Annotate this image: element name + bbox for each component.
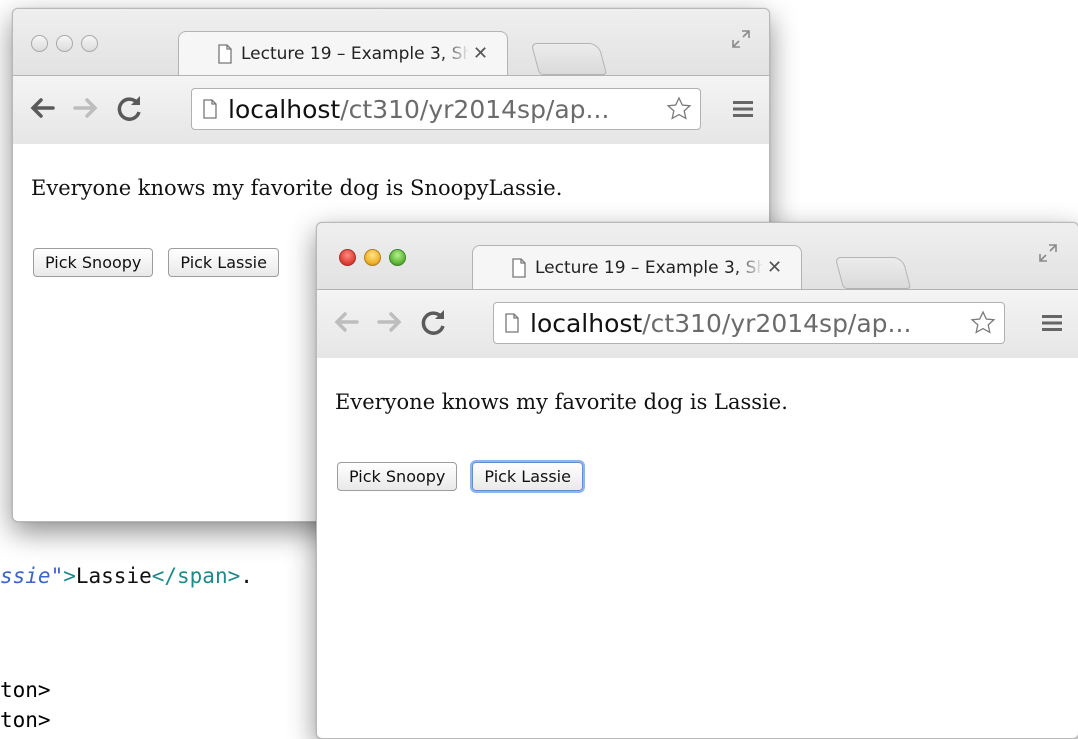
tab-title: Lecture 19 – Example 3, Sh bbox=[535, 257, 763, 278]
browser-window-front: Lecture 19 – Example 3, Sh ✕ localhost/c… bbox=[316, 222, 1078, 739]
new-tab-button[interactable] bbox=[530, 43, 608, 75]
navigation-toolbar: localhost/ct310/yr2014sp/ap... bbox=[317, 289, 1078, 359]
address-bar[interactable]: localhost/ct310/yr2014sp/ap... bbox=[493, 302, 1005, 344]
close-window-button[interactable] bbox=[31, 35, 48, 52]
tab-close-icon[interactable]: ✕ bbox=[767, 257, 782, 278]
menu-icon[interactable] bbox=[1042, 314, 1062, 332]
forward-arrow-icon[interactable] bbox=[67, 90, 103, 126]
forward-arrow-icon[interactable] bbox=[371, 304, 407, 340]
minimize-window-button[interactable] bbox=[56, 35, 73, 52]
zoom-window-button[interactable] bbox=[81, 35, 98, 52]
zoom-window-button[interactable] bbox=[389, 249, 406, 266]
page-icon bbox=[512, 257, 526, 278]
page-icon bbox=[505, 313, 519, 333]
window-controls bbox=[339, 249, 406, 266]
pick-lassie-button[interactable]: Pick Lassie bbox=[472, 462, 583, 491]
menu-icon[interactable] bbox=[733, 100, 753, 118]
fullscreen-icon[interactable] bbox=[1038, 243, 1058, 263]
window-controls bbox=[31, 35, 98, 52]
pick-lassie-button[interactable]: Pick Lassie bbox=[168, 248, 279, 277]
code-snippet: ssie">Lassie</span>. ton> ton> bbox=[0, 558, 330, 738]
new-tab-button[interactable] bbox=[834, 257, 912, 289]
page-icon bbox=[203, 99, 217, 119]
code-line-2: ton> bbox=[0, 678, 51, 702]
code-line-1: ssie">Lassie</span>. bbox=[0, 564, 253, 588]
page-icon bbox=[218, 43, 232, 64]
tab-close-icon[interactable]: ✕ bbox=[473, 43, 488, 64]
url-text: localhost/ct310/yr2014sp/ap... bbox=[228, 94, 610, 124]
bookmark-star-icon[interactable] bbox=[970, 310, 996, 336]
code-line-3: ton> bbox=[0, 708, 51, 732]
tab-strip: Lecture 19 – Example 3, Sh ✕ bbox=[317, 223, 1078, 289]
navigation-toolbar: localhost/ct310/yr2014sp/ap... bbox=[13, 75, 769, 145]
url-text: localhost/ct310/yr2014sp/ap... bbox=[530, 308, 912, 338]
reload-icon[interactable] bbox=[111, 90, 147, 126]
page-content: Everyone knows my favorite dog is Lassie… bbox=[317, 358, 1078, 738]
address-bar[interactable]: localhost/ct310/yr2014sp/ap... bbox=[191, 88, 701, 130]
tab-active[interactable]: Lecture 19 – Example 3, Sh ✕ bbox=[178, 31, 508, 75]
button-group: Pick Snoopy Pick Lassie bbox=[33, 248, 279, 277]
reload-icon[interactable] bbox=[415, 304, 451, 340]
tab-strip: Lecture 19 – Example 3, Sh ✕ bbox=[13, 9, 769, 75]
fullscreen-icon[interactable] bbox=[731, 29, 751, 49]
tab-active[interactable]: Lecture 19 – Example 3, Sh ✕ bbox=[472, 245, 802, 289]
bookmark-star-icon[interactable] bbox=[666, 96, 692, 122]
pick-snoopy-button[interactable]: Pick Snoopy bbox=[33, 248, 154, 277]
back-arrow-icon[interactable] bbox=[25, 90, 61, 126]
back-arrow-icon[interactable] bbox=[329, 304, 365, 340]
pick-snoopy-button[interactable]: Pick Snoopy bbox=[337, 462, 458, 491]
minimize-window-button[interactable] bbox=[364, 249, 381, 266]
close-window-button[interactable] bbox=[339, 249, 356, 266]
favorite-dog-text: Everyone knows my favorite dog is Lassie… bbox=[335, 390, 788, 414]
button-group: Pick Snoopy Pick Lassie bbox=[337, 462, 583, 491]
tab-title: Lecture 19 – Example 3, Sh bbox=[241, 43, 469, 64]
favorite-dog-text: Everyone knows my favorite dog is Snoopy… bbox=[31, 176, 563, 200]
